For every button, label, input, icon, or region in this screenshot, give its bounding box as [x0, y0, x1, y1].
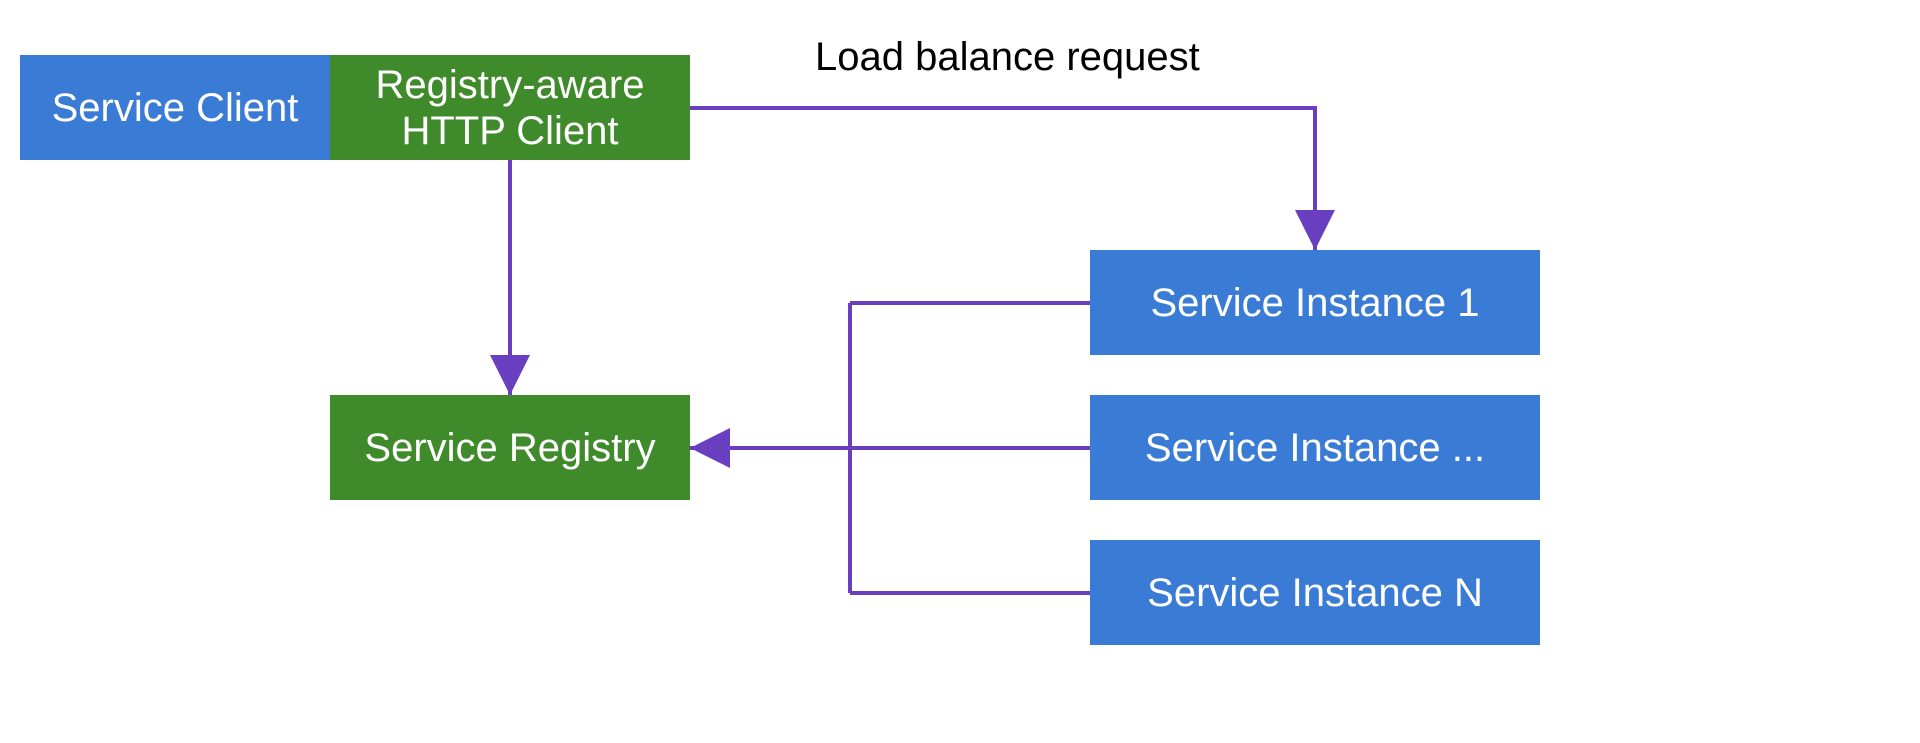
node-instance-1: Service Instance 1 [1090, 250, 1540, 355]
node-http-client: Registry-awareHTTP Client [330, 55, 690, 160]
edge-instances-to-registry [690, 303, 1090, 593]
node-service-client-label: Service Client [52, 85, 299, 131]
node-instance-1-label: Service Instance 1 [1150, 280, 1479, 326]
edge-label-load-balance: Load balance request [815, 35, 1200, 80]
node-instance-dots: Service Instance ... [1090, 395, 1540, 500]
node-instance-n-label: Service Instance N [1147, 570, 1483, 616]
edge-load-balance [690, 108, 1315, 250]
node-service-client: Service Client [20, 55, 330, 160]
node-service-registry: Service Registry [330, 395, 690, 500]
node-http-client-label: Registry-awareHTTP Client [376, 62, 645, 154]
node-instance-n: Service Instance N [1090, 540, 1540, 645]
node-instance-dots-label: Service Instance ... [1145, 425, 1485, 471]
node-service-registry-label: Service Registry [364, 425, 655, 471]
